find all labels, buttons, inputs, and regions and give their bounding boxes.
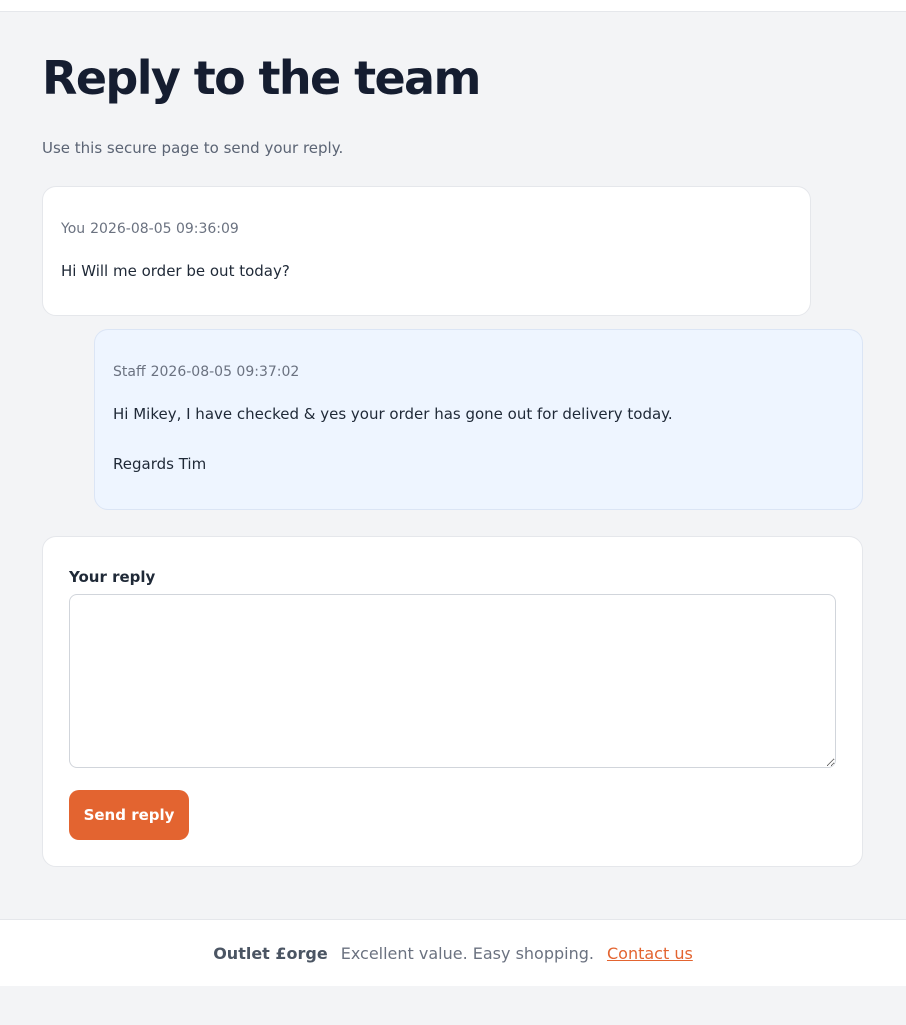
message-body-line: Hi Mikey, I have checked & yes your orde…	[113, 405, 673, 423]
message-timestamp: 2026-08-05 09:36:09	[90, 221, 239, 237]
message-signature: Regards Tim	[113, 455, 207, 473]
contact-us-link[interactable]: Contact us	[607, 944, 693, 963]
message-meta: You 2026-08-05 09:36:09	[61, 220, 239, 238]
message-timestamp: 2026-08-05 09:37:02	[150, 364, 300, 380]
reply-label: Your reply	[69, 568, 156, 586]
reply-textarea[interactable]	[69, 594, 836, 768]
message-body: Hi Will me order be out today?	[61, 262, 290, 280]
footer-brand: Outlet £orge	[213, 943, 328, 963]
footer-tagline: Excellent value. Easy shopping.	[340, 943, 594, 963]
message-author: You	[61, 221, 86, 237]
page-subtitle: Use this secure page to send your reply.	[42, 139, 344, 157]
message-meta: Staff 2026-08-05 09:37:02	[113, 363, 299, 381]
staff-message: Staff 2026-08-05 09:37:02 Hi Mikey, I hav…	[94, 329, 863, 510]
page-title: Reply to the team	[42, 51, 481, 105]
footer: Outlet £orge Excellent value. Easy shopp…	[0, 919, 906, 986]
message-author: Staff	[113, 364, 146, 380]
send-reply-button[interactable]: Send reply	[69, 790, 189, 840]
reply-form: Your reply Send reply	[42, 536, 863, 867]
user-message: You 2026-08-05 09:36:09 Hi Will me order …	[42, 186, 811, 316]
top-bar	[0, 0, 906, 12]
